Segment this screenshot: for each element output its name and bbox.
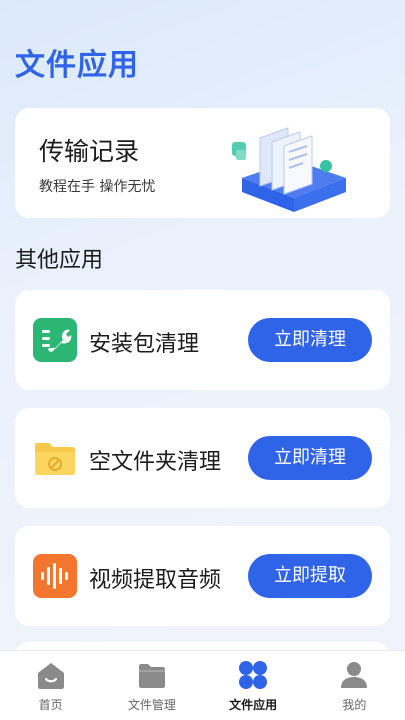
folder-icon	[35, 443, 75, 475]
tab-label: 文件应用	[229, 698, 278, 712]
app-card-video-to-audio[interactable]: 视频提取音频 立即提取	[15, 526, 390, 626]
app-label: 安装包清理	[89, 332, 200, 357]
tab-label: 首页	[38, 698, 63, 712]
hero-title: 传输记录	[39, 137, 140, 166]
document-stack-illustration-icon	[232, 127, 346, 212]
transfer-record-card[interactable]: 传输记录 教程在手 操作无忧	[15, 108, 390, 218]
audio-wave-icon	[33, 554, 77, 598]
app-card-apk-cleanup[interactable]: 安装包清理 立即清理	[15, 290, 390, 390]
home-icon	[37, 663, 64, 689]
app-card-empty-folder-cleanup[interactable]: 空文件夹清理 立即清理	[15, 408, 390, 508]
tab-label: 文件管理	[127, 698, 176, 712]
grid-icon	[239, 661, 268, 689]
extract-now-button[interactable]: 立即提取	[248, 554, 372, 598]
clean-now-button[interactable]: 立即清理	[248, 436, 372, 480]
tab-file-manager[interactable]: 文件管理	[101, 651, 202, 720]
tab-label: 我的	[342, 698, 367, 712]
wrench-icon	[33, 318, 77, 362]
app-label: 视频提取音频	[89, 568, 222, 593]
clean-now-button[interactable]: 立即清理	[248, 318, 372, 362]
folder-icon	[138, 664, 165, 688]
tab-mine[interactable]: 我的	[304, 651, 405, 720]
tab-file-apps[interactable]: 文件应用	[203, 651, 304, 720]
bottom-tab-bar: 首页 文件管理 文件应用 我的	[0, 650, 405, 720]
tab-home[interactable]: 首页	[0, 651, 101, 720]
page: 文件应用 传输记录 教程在手 操作无忧 其他应用 安装包清理 立即清理 空文件夹…	[0, 0, 405, 720]
page-title: 文件应用	[15, 48, 139, 83]
hero-subtitle: 教程在手 操作无忧	[39, 179, 156, 195]
section-title: 其他应用	[15, 248, 104, 273]
app-label: 空文件夹清理	[89, 450, 222, 475]
user-icon	[341, 662, 368, 688]
